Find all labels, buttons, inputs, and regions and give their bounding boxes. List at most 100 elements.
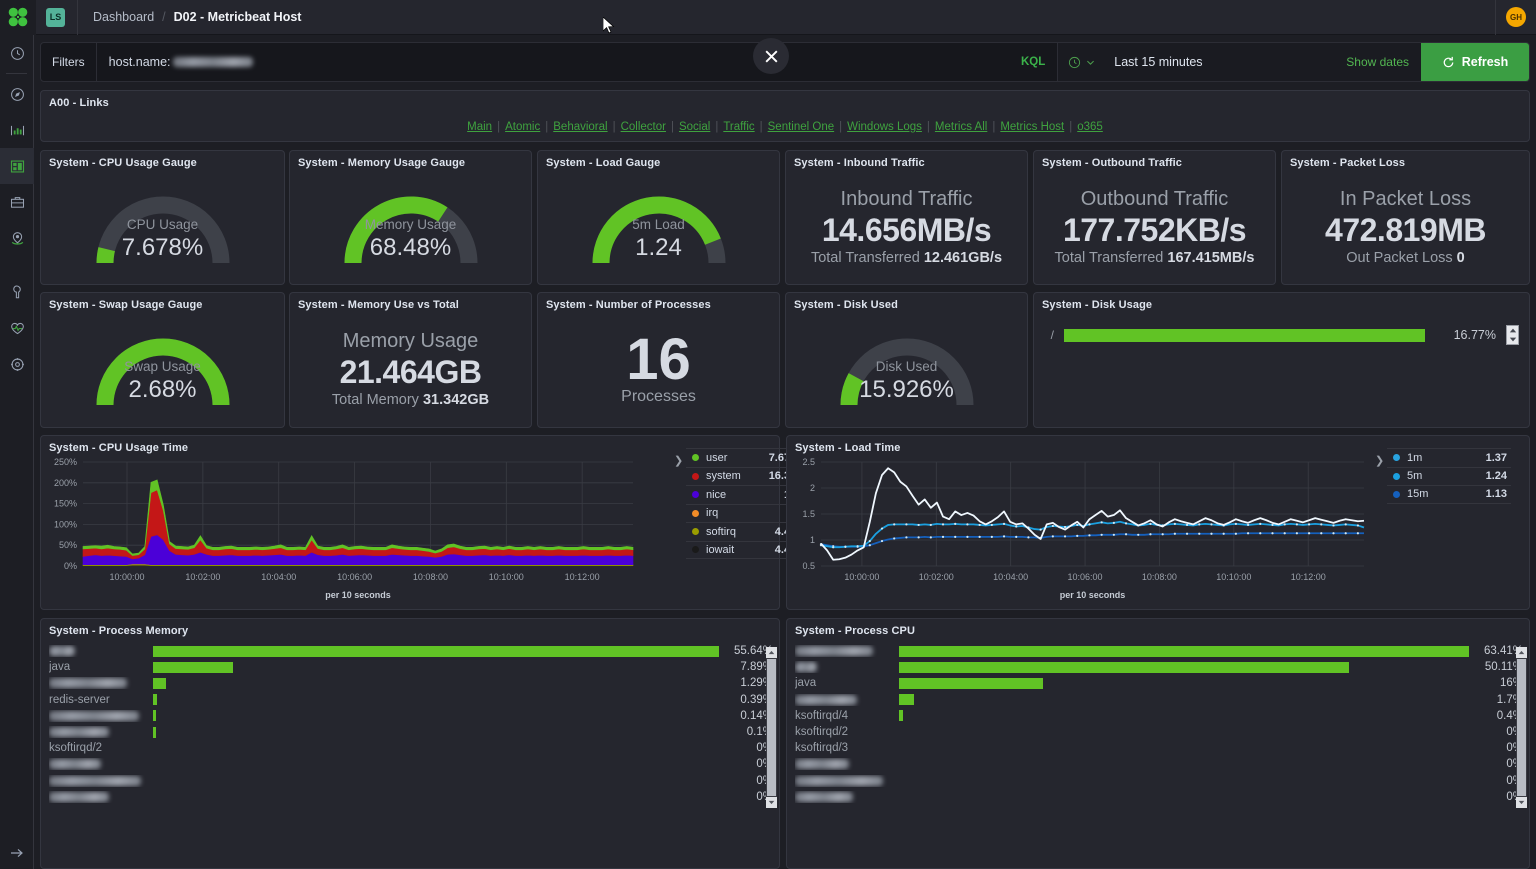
scroll-down-arrow[interactable] <box>766 797 777 808</box>
process-bar-cell <box>153 791 725 802</box>
process-bar-cell <box>899 694 1475 705</box>
disk-mount-label: / <box>1042 328 1054 342</box>
metric-footer: Total Transferred 12.461GB/s <box>811 250 1002 266</box>
link-main[interactable]: Main <box>462 121 497 133</box>
sidebar-item-maps[interactable] <box>0 220 34 256</box>
avatar[interactable]: GH <box>1506 7 1526 27</box>
clover-logo[interactable] <box>0 0 36 35</box>
sidebar-item-cases[interactable] <box>0 184 34 220</box>
refresh-button[interactable]: Refresh <box>1421 43 1529 81</box>
kql-toggle[interactable]: KQL <box>1009 56 1057 68</box>
scroll-up-arrow[interactable] <box>766 647 777 658</box>
legend-item[interactable]: 1m1.37 <box>1387 448 1511 467</box>
link-sentinel-one[interactable]: Sentinel One <box>763 121 840 133</box>
process-row[interactable]: 0% <box>795 789 1523 805</box>
panel-disk-usage: System - Disk Usage / 16.77% <box>1033 292 1530 428</box>
sidebar-item-discover[interactable] <box>0 76 34 112</box>
link-metrics-all[interactable]: Metrics All <box>930 121 992 133</box>
scroll-up-arrow[interactable] <box>1516 647 1527 658</box>
filters-label[interactable]: Filters <box>41 43 97 81</box>
show-dates-button[interactable]: Show dates <box>1334 55 1421 69</box>
search-input[interactable]: host.name: <box>97 55 1009 69</box>
sidebar-item-uptime[interactable] <box>0 310 34 346</box>
gauge-swap-usage: Swap Usage2.68% <box>41 311 284 427</box>
link-traffic[interactable]: Traffic <box>718 121 759 133</box>
link-o365[interactable]: o365 <box>1072 121 1108 133</box>
process-name: ksoftirqd/2 <box>49 742 153 754</box>
process-row[interactable]: 0% <box>49 756 773 772</box>
legend-series-name: user <box>706 452 727 464</box>
process-cpu-list: 63.41%50.11%java16%1.7%ksoftirqd/40.4%ks… <box>795 643 1523 862</box>
process-bar-cell <box>153 646 725 657</box>
panel-title: System - Disk Usage <box>1034 293 1529 311</box>
process-row[interactable]: redis-server0.39% <box>49 692 773 708</box>
process-row[interactable]: 1.7% <box>795 692 1523 708</box>
scrollbar-process-cpu[interactable] <box>1516 647 1527 808</box>
x-tick-label: 10:10:00 <box>1216 572 1251 582</box>
process-bar-cell <box>153 710 725 721</box>
link-behavioral[interactable]: Behavioral <box>548 121 612 133</box>
sidebar-collapse-toggle[interactable] <box>0 845 34 861</box>
breadcrumb-dashboard[interactable]: Dashboard <box>93 10 154 24</box>
process-row[interactable]: 0.1% <box>49 724 773 740</box>
process-row[interactable]: ksoftirqd/20% <box>49 740 773 756</box>
metric-label: Processes <box>621 388 696 406</box>
disk-usage-stepper[interactable] <box>1506 325 1519 345</box>
scroll-thumb[interactable] <box>767 659 776 796</box>
process-name <box>795 775 899 787</box>
link-collector[interactable]: Collector <box>616 121 671 133</box>
sidebar-item-recently-viewed[interactable] <box>0 35 34 71</box>
process-row[interactable]: 0% <box>49 789 773 805</box>
refresh-icon <box>1442 56 1455 69</box>
process-row[interactable]: 1.29% <box>49 675 773 691</box>
date-quick-select-button[interactable] <box>1058 56 1104 69</box>
close-button[interactable] <box>753 38 789 74</box>
cpu-usage-area-chart[interactable]: 0%50%100%150%200%250%10:00:0010:02:0010:… <box>41 454 641 604</box>
legend-load: ❯ 1m1.375m1.2415m1.13 <box>1387 448 1511 504</box>
process-row[interactable]: java7.89% <box>49 659 773 675</box>
link-social[interactable]: Social <box>674 121 715 133</box>
x-tick-label: 10:10:00 <box>489 572 524 582</box>
metric-footer-label: Total Memory <box>332 392 419 408</box>
scrollbar-process-memory[interactable] <box>766 647 777 808</box>
process-name: ksoftirqd/4 <box>795 710 899 722</box>
gauge-memory-usage: Memory Usage68.48% <box>290 169 531 284</box>
y-tick-label: 1 <box>810 535 815 545</box>
process-row[interactable]: ksoftirqd/30% <box>795 740 1523 756</box>
process-row[interactable]: java16% <box>795 675 1523 691</box>
process-row[interactable]: 0% <box>49 773 773 789</box>
process-row[interactable]: 63.41% <box>795 643 1523 659</box>
process-row[interactable]: 55.64% <box>49 643 773 659</box>
gauge-label: Disk Used <box>786 359 1027 374</box>
process-row[interactable]: 0.14% <box>49 708 773 724</box>
link-metrics-host[interactable]: Metrics Host <box>995 121 1069 133</box>
process-row[interactable]: 0% <box>795 756 1523 772</box>
redacted-process-name <box>795 662 817 672</box>
gauge-value: 68.48% <box>290 234 531 262</box>
sidebar-item-management[interactable] <box>0 346 34 382</box>
legend-item[interactable]: 15m1.13 <box>1387 485 1511 504</box>
scroll-down-arrow[interactable] <box>1516 797 1527 808</box>
sidebar-item-dev-tools[interactable] <box>0 274 34 310</box>
process-row[interactable]: 50.11% <box>795 659 1523 675</box>
process-row[interactable]: ksoftirqd/40.4% <box>795 708 1523 724</box>
link-atomic[interactable]: Atomic <box>500 121 545 133</box>
divider <box>77 0 78 35</box>
load-time-line-chart[interactable]: 0.511.522.510:00:0010:02:0010:04:0010:06… <box>787 454 1372 604</box>
legend-expand-caret[interactable]: ❯ <box>1375 454 1384 467</box>
process-row[interactable]: ksoftirqd/20% <box>795 724 1523 740</box>
panel-title: A00 - Links <box>41 91 1529 109</box>
maps-location-pin-icon <box>10 231 25 246</box>
link-windows-logs[interactable]: Windows Logs <box>842 121 927 133</box>
process-row[interactable]: 0% <box>795 773 1523 789</box>
clock-icon <box>1068 56 1081 69</box>
sidebar-item-dashboard[interactable] <box>0 148 34 184</box>
scroll-thumb[interactable] <box>1517 659 1526 796</box>
top-navigation-bar: LS Dashboard / D02 - Metricbeat Host GH <box>0 0 1536 35</box>
space-badge[interactable]: LS <box>46 8 65 27</box>
legend-item[interactable]: 5m1.24 <box>1387 467 1511 486</box>
legend-expand-caret[interactable]: ❯ <box>674 454 683 467</box>
time-range-display[interactable]: Last 15 minutes <box>1104 55 1334 69</box>
sidebar-item-analytics[interactable] <box>0 112 34 148</box>
metric-label: Outbound Traffic <box>1081 188 1229 211</box>
